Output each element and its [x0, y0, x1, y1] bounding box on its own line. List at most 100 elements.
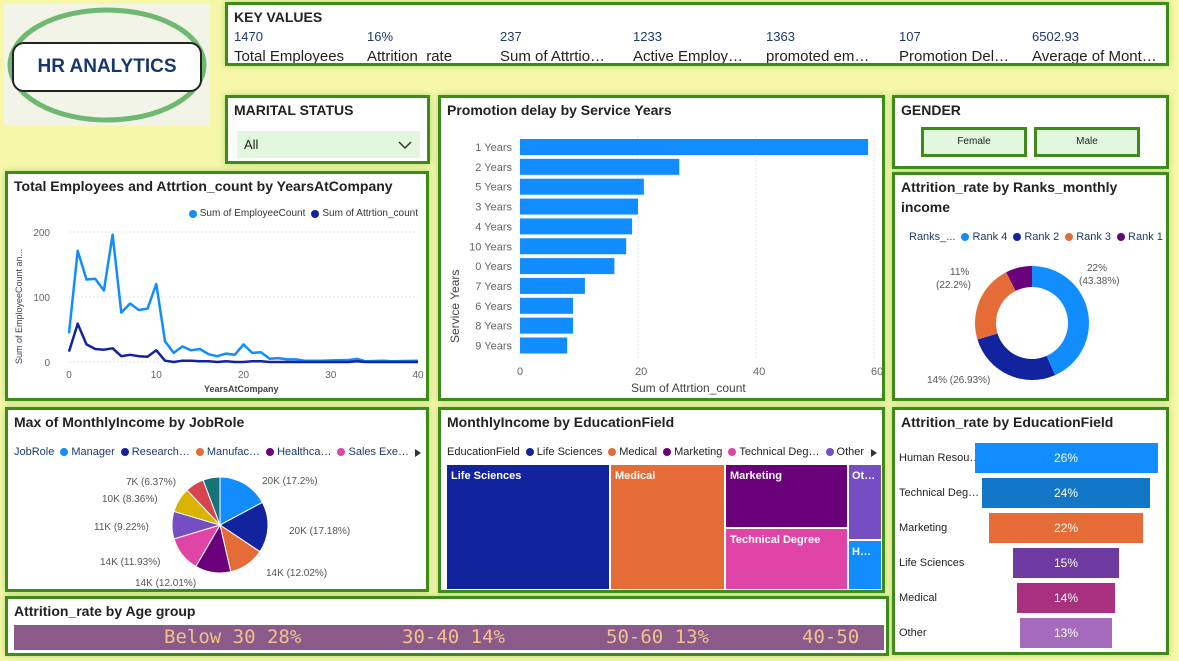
- promotion-delay-ylabel: Service Years: [448, 270, 462, 343]
- funnel-label: Life Sciences: [899, 557, 965, 569]
- funnel-value: 24%: [1053, 486, 1078, 500]
- bar[interactable]: [520, 198, 638, 215]
- income-education-panel: MonthlyIncome by EducationField Educatio…: [438, 407, 885, 593]
- treemap-cell-marketing[interactable]: Marketing: [726, 465, 847, 527]
- funnel-label: Technical Deg…: [899, 487, 980, 499]
- income-education-title: MonthlyIncome by EducationField: [447, 414, 675, 430]
- donut-label-rank3-b: (22.2%): [936, 280, 971, 291]
- promotion-delay-xlabel: Sum of Attrtion_count: [631, 381, 746, 395]
- x-tick-label: 0: [66, 370, 72, 381]
- treemap-cell-medical[interactable]: Medical: [611, 465, 724, 589]
- legend-next-icon[interactable]: [870, 448, 878, 458]
- x-tick-label: 20: [238, 370, 250, 381]
- category-label: 1 Years: [475, 142, 512, 154]
- bar[interactable]: [520, 218, 633, 235]
- legend-life-sciences: Life Sciences: [536, 446, 603, 458]
- trend-ylabel: Sum of EmployeeCount an...: [14, 249, 24, 364]
- gender-female-button[interactable]: Female: [921, 127, 1027, 157]
- kpi-value: 1470: [234, 29, 263, 44]
- gender-title: GENDER: [901, 102, 961, 118]
- x-tick-label: 40: [412, 370, 424, 381]
- kpi-label: promoted em…: [766, 48, 870, 65]
- pie-label-2: 20K (17.18%): [289, 526, 350, 537]
- treemap-cell-life-sciences[interactable]: Life Sciences: [447, 465, 609, 589]
- category-label: 3 Years: [475, 202, 512, 214]
- logo-box: HR ANALYTICS: [12, 42, 202, 92]
- kpi-card: 16% Attrition_rate: [367, 29, 452, 63]
- funnel-bar[interactable]: 24%: [981, 478, 1151, 508]
- logo-panel: HR ANALYTICS: [4, 4, 210, 126]
- marital-status-dropdown[interactable]: All: [237, 131, 420, 158]
- legend-marketing: Marketing: [674, 446, 723, 458]
- pie-label-6: 11K (9.22%): [94, 522, 149, 533]
- category-label: 2 Years: [475, 162, 512, 174]
- pie-label-1: 20K (17.2%): [262, 476, 318, 487]
- funnel-bar[interactable]: 15%: [1013, 548, 1119, 578]
- x-tick-label: 40: [753, 366, 765, 378]
- bar[interactable]: [520, 258, 615, 275]
- age-40-50[interactable]: 40-50: [802, 625, 859, 650]
- bar[interactable]: [520, 317, 574, 334]
- donut-label-rank2: 14% (26.93%): [927, 375, 990, 386]
- age-30-40[interactable]: 30-40 14%: [402, 625, 505, 650]
- y-tick-label: 200: [33, 228, 50, 239]
- funnel-value: 15%: [1053, 556, 1078, 570]
- kpi-card: 107 Promotion Del…: [899, 29, 1009, 63]
- kpi-card: 1470 Total Employees: [234, 29, 344, 63]
- treemap-cell-technical[interactable]: Technical Degree: [726, 529, 847, 589]
- category-label: 10 Years: [469, 241, 512, 253]
- age-group-bar: Below 30 28% 30-40 14% 50-60 13% 40-50: [14, 625, 884, 650]
- bar[interactable]: [520, 277, 585, 294]
- funnel-value: 13%: [1053, 626, 1079, 640]
- kpi-label: Active Employ…: [633, 48, 744, 65]
- treemap-label: Marketing: [730, 470, 782, 482]
- bar[interactable]: [520, 297, 574, 314]
- age-group-panel: Attrition_rate by Age group Below 30 28%…: [5, 596, 889, 656]
- promotion-delay-chart: Service Years Sum of Attrtion_count 0 20 4…: [448, 136, 882, 395]
- kpi-value: 237: [500, 29, 522, 44]
- category-label: 9 Years: [475, 341, 512, 353]
- kpi-card: 1233 Active Employ…: [633, 29, 744, 65]
- bar[interactable]: [520, 139, 869, 155]
- bar[interactable]: [520, 158, 680, 175]
- bar[interactable]: [520, 178, 644, 195]
- category-label: 4 Years: [475, 221, 512, 233]
- treemap-label: H…: [852, 546, 871, 558]
- kpi-label: Average of Mont…: [1032, 48, 1157, 65]
- bar[interactable]: [520, 238, 627, 255]
- kpi-value: 107: [899, 29, 921, 44]
- y-tick-label: 0: [44, 358, 50, 369]
- kpi-value: 16%: [367, 29, 394, 44]
- donut-slice[interactable]: [977, 333, 1056, 380]
- funnel-bar[interactable]: 26%: [974, 443, 1158, 473]
- donut-slice[interactable]: [975, 272, 1016, 340]
- funnel-bar[interactable]: 22%: [988, 513, 1144, 543]
- treemap-label: Life Sciences: [451, 470, 522, 482]
- gender-male-button[interactable]: Male: [1034, 127, 1140, 157]
- pie-label-7: 10K (8.36%): [102, 494, 158, 505]
- treemap-label: Ot…: [852, 470, 876, 482]
- treemap-cell-hr[interactable]: H…: [849, 541, 881, 589]
- income-education-legend: EducationField Life Sciences Medical Mar…: [447, 446, 864, 458]
- funnel-label: Human Resou…: [899, 452, 981, 464]
- treemap-label: Technical Degree: [730, 534, 821, 546]
- funnel-label: Marketing: [899, 522, 948, 534]
- treemap-cell-other[interactable]: Ot…: [849, 465, 881, 539]
- age-50-60[interactable]: 50-60 13%: [606, 625, 709, 650]
- legend-technical: Technical Deg…: [739, 446, 820, 458]
- funnel-value: 22%: [1053, 521, 1078, 535]
- kpi-value: 6502.93: [1032, 29, 1079, 44]
- donut-label-rank3-a: 11%: [950, 267, 969, 278]
- age-below-30[interactable]: Below 30 28%: [164, 625, 301, 650]
- logo-title: HR ANALYTICS: [37, 56, 177, 77]
- series-line[interactable]: [67, 233, 419, 363]
- series-line[interactable]: [67, 322, 418, 364]
- pie-label-4: 14K (12.01%): [135, 578, 196, 589]
- funnel-bar[interactable]: 14%: [1016, 583, 1116, 613]
- x-tick-label: 0: [517, 366, 523, 378]
- bar[interactable]: [520, 337, 568, 354]
- promotion-delay-panel: Promotion delay by Service Years Service…: [438, 95, 885, 401]
- funnel-bar[interactable]: 13%: [1020, 618, 1112, 648]
- chevron-down-icon: [398, 141, 412, 150]
- funnel-label: Other: [899, 627, 927, 639]
